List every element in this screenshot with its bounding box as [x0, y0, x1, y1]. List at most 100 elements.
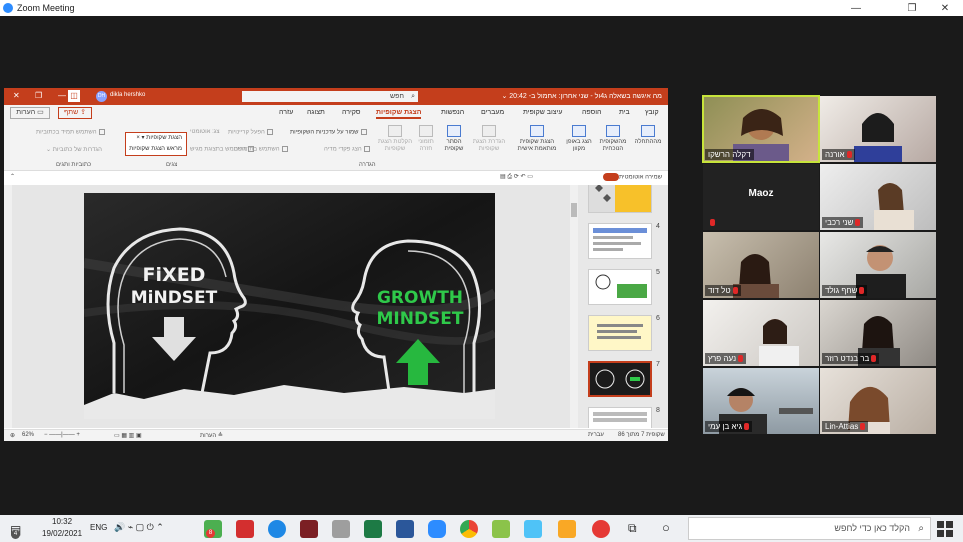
timer-icon: [419, 125, 433, 137]
keep-updated-checkbox[interactable]: שמור על עדכניות השקופיות: [290, 129, 367, 136]
tab-review[interactable]: סקירה: [342, 109, 361, 116]
tab-design[interactable]: עיצוב שקופית: [523, 109, 563, 116]
quick-access-icons[interactable]: ▤ ⎙ ⟳ ↶ ▭: [500, 173, 533, 181]
view-buttons[interactable]: ▭ ▦ ▥ ▣: [114, 432, 142, 439]
tab-file[interactable]: קובץ: [645, 109, 659, 116]
ppt-search-box[interactable]: ⌕ חפש: [242, 91, 418, 102]
participant-name: אורנה: [822, 149, 855, 160]
zoom-fit-icon[interactable]: ⊕: [10, 432, 15, 439]
windows-search-box[interactable]: ⌕ הקלד כאן כדי לחפש: [688, 517, 931, 540]
play-narrations-checkbox[interactable]: הפעל קריינויות: [228, 129, 273, 136]
cortana-icon[interactable]: ○: [662, 520, 670, 535]
share-button[interactable]: שתף ⇪: [58, 107, 92, 119]
participant-tile-10[interactable]: Lin-Attias: [820, 368, 936, 434]
minimize-button[interactable]: —: [841, 0, 871, 16]
excel-icon[interactable]: [364, 520, 382, 538]
thumbnail-3[interactable]: [588, 185, 652, 213]
participant-tile-6[interactable]: שחף גולד: [820, 232, 936, 298]
zoom-icon[interactable]: [428, 520, 446, 538]
custom-slideshow-button[interactable]: הצגת שקופית מותאמת אישית: [512, 125, 562, 153]
participant-tile-2[interactable]: אורנה: [820, 96, 936, 162]
participant-tile-8[interactable]: בר בנדט רוזר: [820, 300, 936, 366]
ppt-restore-icon[interactable]: ❐: [35, 91, 42, 100]
zoom-percent[interactable]: 62%: [22, 432, 34, 438]
edit-scrollbar[interactable]: [4, 185, 12, 428]
app-icon-2[interactable]: [332, 520, 350, 538]
edge-icon[interactable]: [268, 520, 286, 538]
presenter-view-checkbox[interactable]: השתמש בתצוגת מגיש: [190, 146, 254, 153]
show-media-checkbox[interactable]: הצג פקדי מדיה: [324, 146, 370, 153]
tab-transitions[interactable]: מעברים: [481, 109, 504, 116]
document-title[interactable]: מה איגשה בשאלה ג4ול - שני אחרון: אחמול ב…: [501, 92, 662, 100]
participant-tile-4[interactable]: שני רכבי: [820, 164, 936, 230]
app-icon-5[interactable]: [592, 520, 610, 538]
participant-tile-3[interactable]: Maoz: [703, 164, 819, 230]
subtitles-checkbox[interactable]: השתמש תמיד בכתוביות: [36, 129, 105, 136]
tab-slideshow[interactable]: הצגת שקופיות: [376, 109, 422, 119]
dropdown-option-1[interactable]: הצגת שקופיות ▾ ×: [126, 133, 186, 144]
restore-button[interactable]: ❐: [897, 0, 927, 16]
slideshow-dropdown-popup[interactable]: הצגת שקופיות ▾ × מראש הצגת שקופיות: [125, 132, 187, 156]
present-online-button[interactable]: הצג באופן מקוון: [562, 125, 596, 153]
from-beginning-button[interactable]: מההתחלה: [630, 125, 666, 146]
participant-tile-7[interactable]: נעה פרץ: [703, 300, 819, 366]
close-button[interactable]: ✕: [930, 0, 960, 16]
tab-animations[interactable]: הנפשות: [441, 109, 464, 116]
task-view-icon[interactable]: ⧉: [628, 521, 637, 536]
chrome-icon[interactable]: [460, 520, 478, 538]
app-icon-3[interactable]: [492, 520, 510, 538]
participant-tile-1[interactable]: דקלה הרשקו: [702, 95, 820, 163]
comments-button[interactable]: הערות ▭: [10, 107, 50, 119]
ppt-titlebar: ✕ ❐ — ◫ DH dikla hershko ⌕ חפש מה איגשה …: [4, 88, 668, 105]
language-indicator[interactable]: ENG: [90, 523, 107, 532]
language-indicator: עברית: [588, 432, 604, 438]
tab-insert[interactable]: הוספה: [582, 109, 601, 116]
tab-help[interactable]: עזרה: [279, 109, 293, 116]
screen: Zoom Meeting — ❐ ✕ ✕ ❐ — ◫ DH dikla hers…: [0, 0, 963, 542]
zoom-logo-icon: [3, 3, 13, 13]
clock-time[interactable]: 10:32: [52, 517, 72, 526]
participant-name: נעה פרץ: [705, 353, 747, 364]
rehearse-timings-button[interactable]: תזמוני חזרה: [412, 125, 440, 153]
tray-icons[interactable]: 🔊 ⌁ ▢ ⏻ ⌃: [114, 522, 164, 533]
tab-view[interactable]: תצוגה: [307, 109, 325, 116]
dropdown-option-2[interactable]: מראש הצגת שקופיות: [126, 144, 186, 155]
file-explorer-icon[interactable]: [558, 520, 576, 538]
user-avatar[interactable]: DH: [96, 91, 107, 102]
tab-home[interactable]: בית: [619, 109, 630, 116]
zoom-slider[interactable]: − ——|—— +: [44, 432, 80, 438]
from-current-button[interactable]: מהשקופית הנוכחית: [596, 125, 630, 153]
app-icon-4[interactable]: [524, 520, 542, 538]
slide-text-fixed: FiXED: [143, 264, 206, 286]
record-slideshow-button[interactable]: הקלטת הצגת שקופיות: [378, 125, 412, 153]
windows-start-icon[interactable]: [937, 521, 953, 537]
ribbon-display-icon[interactable]: ◫: [68, 90, 80, 102]
thumbnail-6[interactable]: [588, 315, 652, 351]
ppt-minimize-icon[interactable]: —: [58, 91, 66, 100]
thumbnail-7-selected[interactable]: [588, 361, 652, 397]
thumb-number-7: 7: [656, 361, 660, 368]
thumbnail-8[interactable]: [588, 407, 652, 428]
muted-mic-icon: [846, 151, 852, 159]
current-slide[interactable]: FiXED MiNDSET GROWTH MINDSET: [84, 193, 495, 419]
autosave-toggle[interactable]: שמירה אוטומטית: [600, 173, 662, 181]
setup-slideshow-button[interactable]: הגדרת הצגת שקופיות: [470, 125, 508, 153]
acrobat-icon[interactable]: [236, 520, 254, 538]
monitor-label: צג: אוטומטי: [190, 129, 220, 135]
hide-slide-button[interactable]: הסתר שקופית: [440, 125, 468, 153]
thumb-number-6: 6: [656, 315, 660, 322]
winrar-icon[interactable]: [300, 520, 318, 538]
participant-tile-9[interactable]: גיא בן עמי: [703, 368, 819, 434]
notes-button[interactable]: הערות ≜: [200, 432, 223, 439]
slide-count: שקופית 7 מתוך 86: [618, 432, 665, 438]
caption-settings-button[interactable]: הגדרות של כתוביות ⌄: [46, 146, 102, 153]
thumbnails-scrollbar[interactable]: [570, 185, 578, 428]
thumbnail-5[interactable]: [588, 269, 652, 305]
collapse-ribbon-icon[interactable]: ⌃: [10, 173, 15, 180]
participant-tile-5[interactable]: טל דוד: [703, 232, 819, 298]
participant-name: Lin-Attias: [822, 421, 869, 432]
word-icon[interactable]: [396, 520, 414, 538]
ppt-close-icon[interactable]: ✕: [13, 91, 20, 100]
clock-date[interactable]: 19/02/2021: [42, 529, 82, 538]
thumbnail-4[interactable]: [588, 223, 652, 259]
